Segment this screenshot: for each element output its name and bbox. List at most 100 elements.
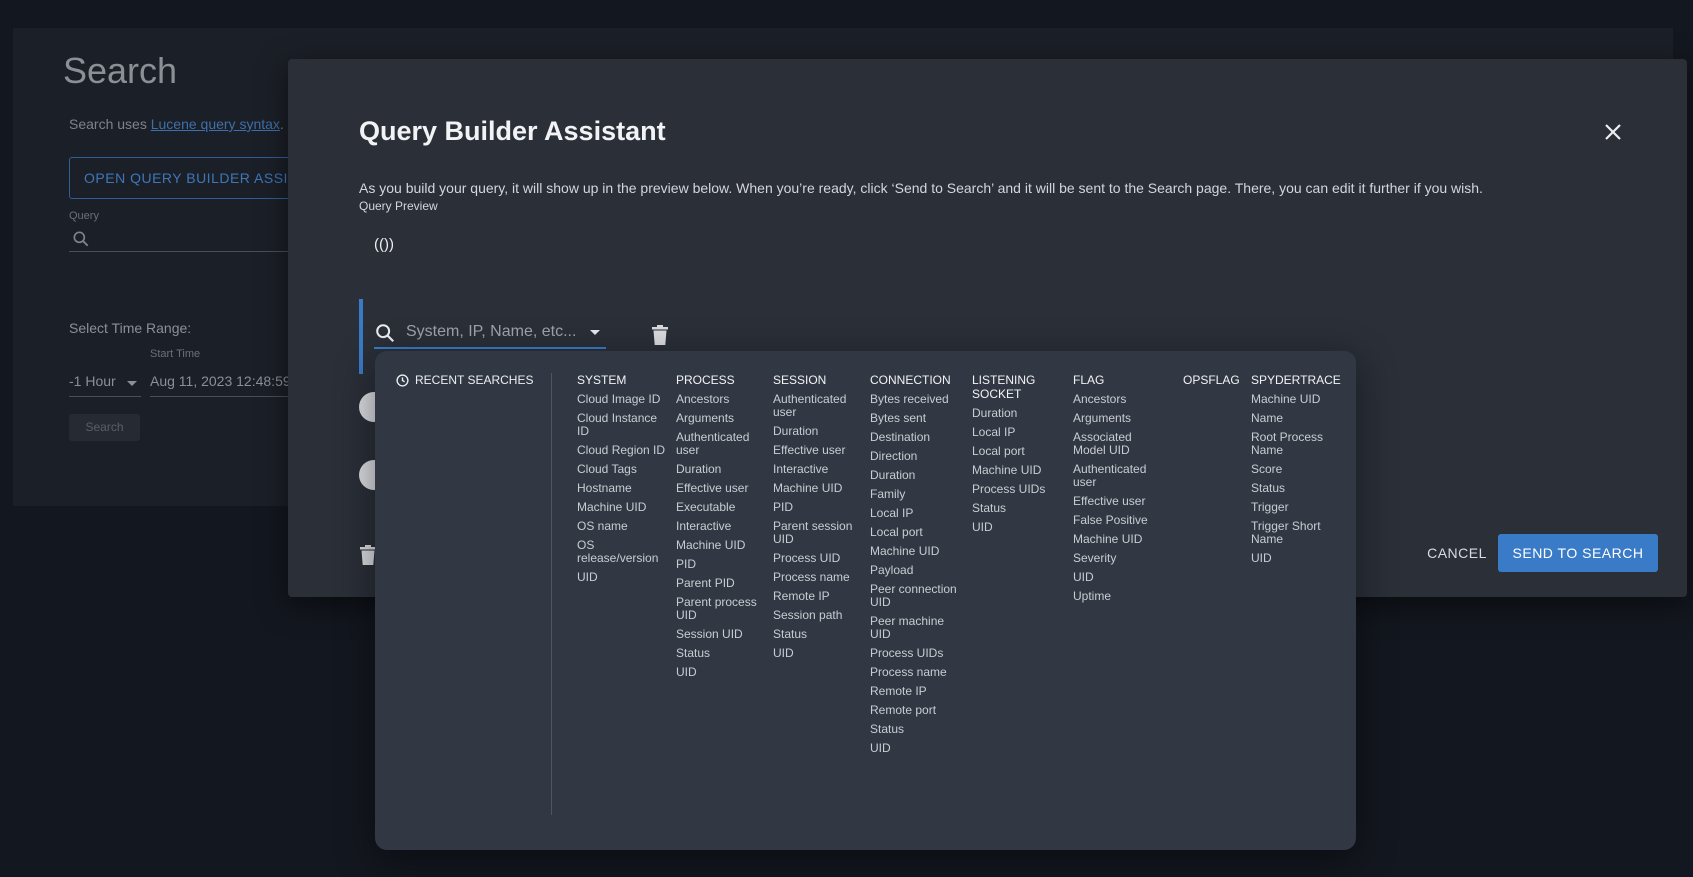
chevron-down-icon[interactable]: [590, 330, 600, 335]
field-option[interactable]: Machine UID: [577, 501, 667, 514]
field-option[interactable]: Local port: [870, 526, 958, 539]
time-range-select[interactable]: -1 Hour: [69, 373, 141, 397]
field-option[interactable]: UID: [676, 666, 766, 679]
field-option[interactable]: Local IP: [972, 426, 1056, 439]
field-option[interactable]: Status: [870, 723, 958, 736]
field-search-input[interactable]: [406, 321, 576, 343]
field-option[interactable]: Effective user: [676, 482, 766, 495]
field-option[interactable]: Machine UID: [773, 482, 863, 495]
field-option[interactable]: UID: [972, 521, 1056, 534]
field-option[interactable]: Duration: [676, 463, 766, 476]
field-option[interactable]: Associated Model UID: [1073, 431, 1161, 457]
cancel-button[interactable]: CANCEL: [1412, 534, 1502, 572]
field-option[interactable]: Status: [1251, 482, 1343, 495]
field-option[interactable]: Parent session UID: [773, 520, 863, 546]
builder-row-indicator: [359, 299, 363, 374]
field-option[interactable]: Process UIDs: [972, 483, 1056, 496]
field-option[interactable]: Machine UID: [1073, 533, 1161, 546]
send-to-search-button[interactable]: SEND TO SEARCH: [1498, 534, 1658, 572]
field-option[interactable]: OS release/version: [577, 539, 667, 565]
field-option[interactable]: Family: [870, 488, 958, 501]
field-option[interactable]: Process name: [870, 666, 958, 679]
field-option[interactable]: Authenticated user: [773, 393, 863, 419]
field-option[interactable]: Duration: [870, 469, 958, 482]
field-option[interactable]: Process name: [773, 571, 863, 584]
field-option[interactable]: Root Process Name: [1251, 431, 1343, 457]
field-option[interactable]: Trigger: [1251, 501, 1343, 514]
close-button[interactable]: [1600, 119, 1626, 145]
field-option[interactable]: Executable: [676, 501, 766, 514]
field-option[interactable]: Cloud Tags: [577, 463, 667, 476]
menu-divider: [551, 373, 552, 815]
lucene-syntax-link[interactable]: Lucene query syntax: [151, 116, 280, 132]
field-option[interactable]: Remote port: [870, 704, 958, 717]
field-option[interactable]: Uptime: [1073, 590, 1161, 603]
trash-icon: [360, 545, 376, 565]
delete-row-button[interactable]: [652, 325, 668, 350]
field-option[interactable]: Arguments: [1073, 412, 1161, 425]
field-option[interactable]: False Positive: [1073, 514, 1161, 527]
field-option[interactable]: UID: [577, 571, 667, 584]
field-option[interactable]: PID: [676, 558, 766, 571]
field-option[interactable]: Severity: [1073, 552, 1161, 565]
field-option[interactable]: Local port: [972, 445, 1056, 458]
field-option[interactable]: Machine UID: [676, 539, 766, 552]
field-search[interactable]: [374, 315, 606, 349]
field-option[interactable]: Parent PID: [676, 577, 766, 590]
field-option[interactable]: Status: [972, 502, 1056, 515]
field-option[interactable]: Effective user: [1073, 495, 1161, 508]
field-option[interactable]: Parent process UID: [676, 596, 766, 622]
field-option[interactable]: Payload: [870, 564, 958, 577]
field-option[interactable]: Bytes received: [870, 393, 958, 406]
field-option[interactable]: OS name: [577, 520, 667, 533]
field-option[interactable]: Interactive: [676, 520, 766, 533]
field-option[interactable]: Local IP: [870, 507, 958, 520]
field-option[interactable]: Ancestors: [676, 393, 766, 406]
field-option[interactable]: UID: [1251, 552, 1343, 565]
search-button[interactable]: Search: [69, 414, 140, 441]
field-option[interactable]: Status: [676, 647, 766, 660]
field-option[interactable]: Cloud Instance ID: [577, 412, 667, 438]
field-option[interactable]: Peer connection UID: [870, 583, 958, 609]
field-option[interactable]: Peer machine UID: [870, 615, 958, 641]
field-option[interactable]: UID: [773, 647, 863, 660]
field-option[interactable]: Process UID: [773, 552, 863, 565]
dialog-description: As you build your query, it will show up…: [359, 180, 1483, 196]
field-option[interactable]: UID: [870, 742, 958, 755]
field-option[interactable]: Process UIDs: [870, 647, 958, 660]
recent-searches-item[interactable]: RECENT SEARCHES: [396, 373, 533, 387]
field-option[interactable]: Hostname: [577, 482, 667, 495]
field-option[interactable]: Arguments: [676, 412, 766, 425]
field-option[interactable]: Interactive: [773, 463, 863, 476]
field-option[interactable]: UID: [1073, 571, 1161, 584]
field-option[interactable]: Machine UID: [1251, 393, 1343, 406]
field-option[interactable]: Cloud Region ID: [577, 444, 667, 457]
trash-icon: [652, 325, 668, 345]
start-time-label: Start Time: [150, 348, 201, 360]
field-option[interactable]: Ancestors: [1073, 393, 1161, 406]
field-option[interactable]: Destination: [870, 431, 958, 444]
field-option[interactable]: Name: [1251, 412, 1343, 425]
field-option[interactable]: PID: [773, 501, 863, 514]
search-icon: [376, 324, 395, 343]
field-option[interactable]: Bytes sent: [870, 412, 958, 425]
field-option[interactable]: Session UID: [676, 628, 766, 641]
field-option[interactable]: Trigger Short Name: [1251, 520, 1343, 546]
field-option[interactable]: Effective user: [773, 444, 863, 457]
field-option[interactable]: Direction: [870, 450, 958, 463]
field-option[interactable]: Duration: [972, 407, 1056, 420]
field-option[interactable]: Duration: [773, 425, 863, 438]
column-system: SYSTEM Cloud Image ID Cloud Instance ID …: [577, 373, 667, 590]
field-option[interactable]: Status: [773, 628, 863, 641]
column-connection: CONNECTION Bytes received Bytes sent Des…: [870, 373, 958, 761]
field-option[interactable]: Authenticated user: [1073, 463, 1161, 489]
field-option[interactable]: Session path: [773, 609, 863, 622]
field-option[interactable]: Machine UID: [972, 464, 1056, 477]
field-option[interactable]: Authenticated user: [676, 431, 766, 457]
delete-group-button[interactable]: [360, 545, 376, 570]
field-option[interactable]: Remote IP: [870, 685, 958, 698]
field-option[interactable]: Score: [1251, 463, 1343, 476]
field-option[interactable]: Cloud Image ID: [577, 393, 667, 406]
field-option[interactable]: Machine UID: [870, 545, 958, 558]
field-option[interactable]: Remote IP: [773, 590, 863, 603]
